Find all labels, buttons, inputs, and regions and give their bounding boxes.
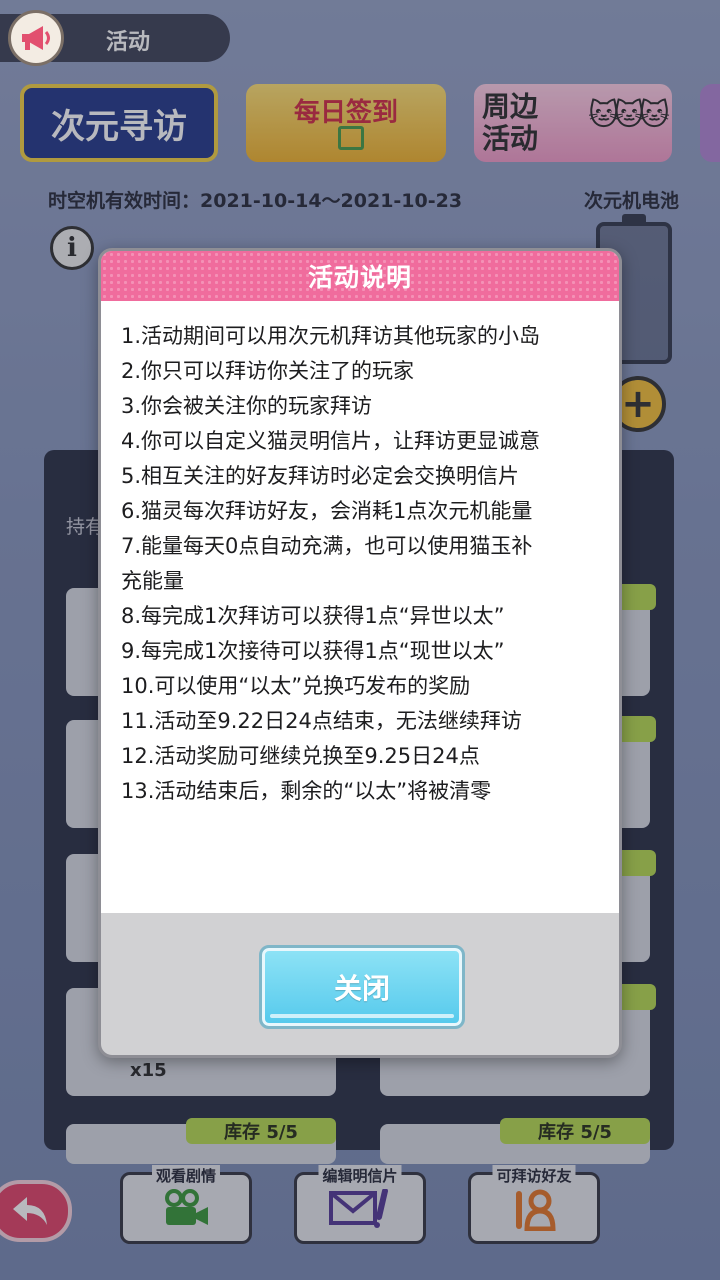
- rule-item: 8.每完成1次拜访可以获得1点“异世以太”: [121, 604, 505, 628]
- rule-item: 7.能量每天0点自动充满，也可以使用猫玉补 充能量: [121, 534, 533, 593]
- rule-item: 3.你会被关注你的玩家拜访: [121, 394, 373, 418]
- announcement-button[interactable]: [8, 10, 64, 66]
- close-label: 关闭: [333, 972, 390, 1005]
- rule-item: 4.你可以自定义猫灵明信片，让拜访更显诚意: [121, 429, 541, 453]
- rule-item: 2.你只可以拜访你关注了的玩家: [121, 359, 415, 383]
- dialog-title: 活动说明: [307, 263, 412, 292]
- megaphone-icon: [22, 26, 50, 50]
- event-description-dialog: 活动说明 1.活动期间可以用次元机拜访其他玩家的小岛 2.你只可以拜访你关注了的…: [98, 248, 622, 1058]
- dialog-header: 活动说明: [101, 251, 619, 301]
- rule-item: 6.猫灵每次拜访好友，会消耗1点次元机能量: [121, 499, 533, 523]
- rule-item: 1.活动期间可以用次元机拜访其他玩家的小岛: [121, 324, 541, 348]
- rule-item: 12.活动奖励可继续兑换至9.25日24点: [121, 744, 480, 768]
- rule-item: 9.每完成1次接待可以获得1点“现世以太”: [121, 639, 505, 663]
- close-button[interactable]: 关闭: [259, 945, 465, 1029]
- rule-item: 11.活动至9.22日24点结束，无法继续拜访: [121, 709, 522, 733]
- rules-list[interactable]: 1.活动期间可以用次元机拜访其他玩家的小岛 2.你只可以拜访你关注了的玩家 3.…: [101, 301, 619, 913]
- rule-item: 5.相互关注的好友拜访时必定会交换明信片: [121, 464, 520, 488]
- rule-item: 13.活动结束后，剩余的“以太”将被清零: [121, 779, 492, 803]
- rule-item: 10.可以使用“以太”兑换巧发布的奖励: [121, 674, 471, 698]
